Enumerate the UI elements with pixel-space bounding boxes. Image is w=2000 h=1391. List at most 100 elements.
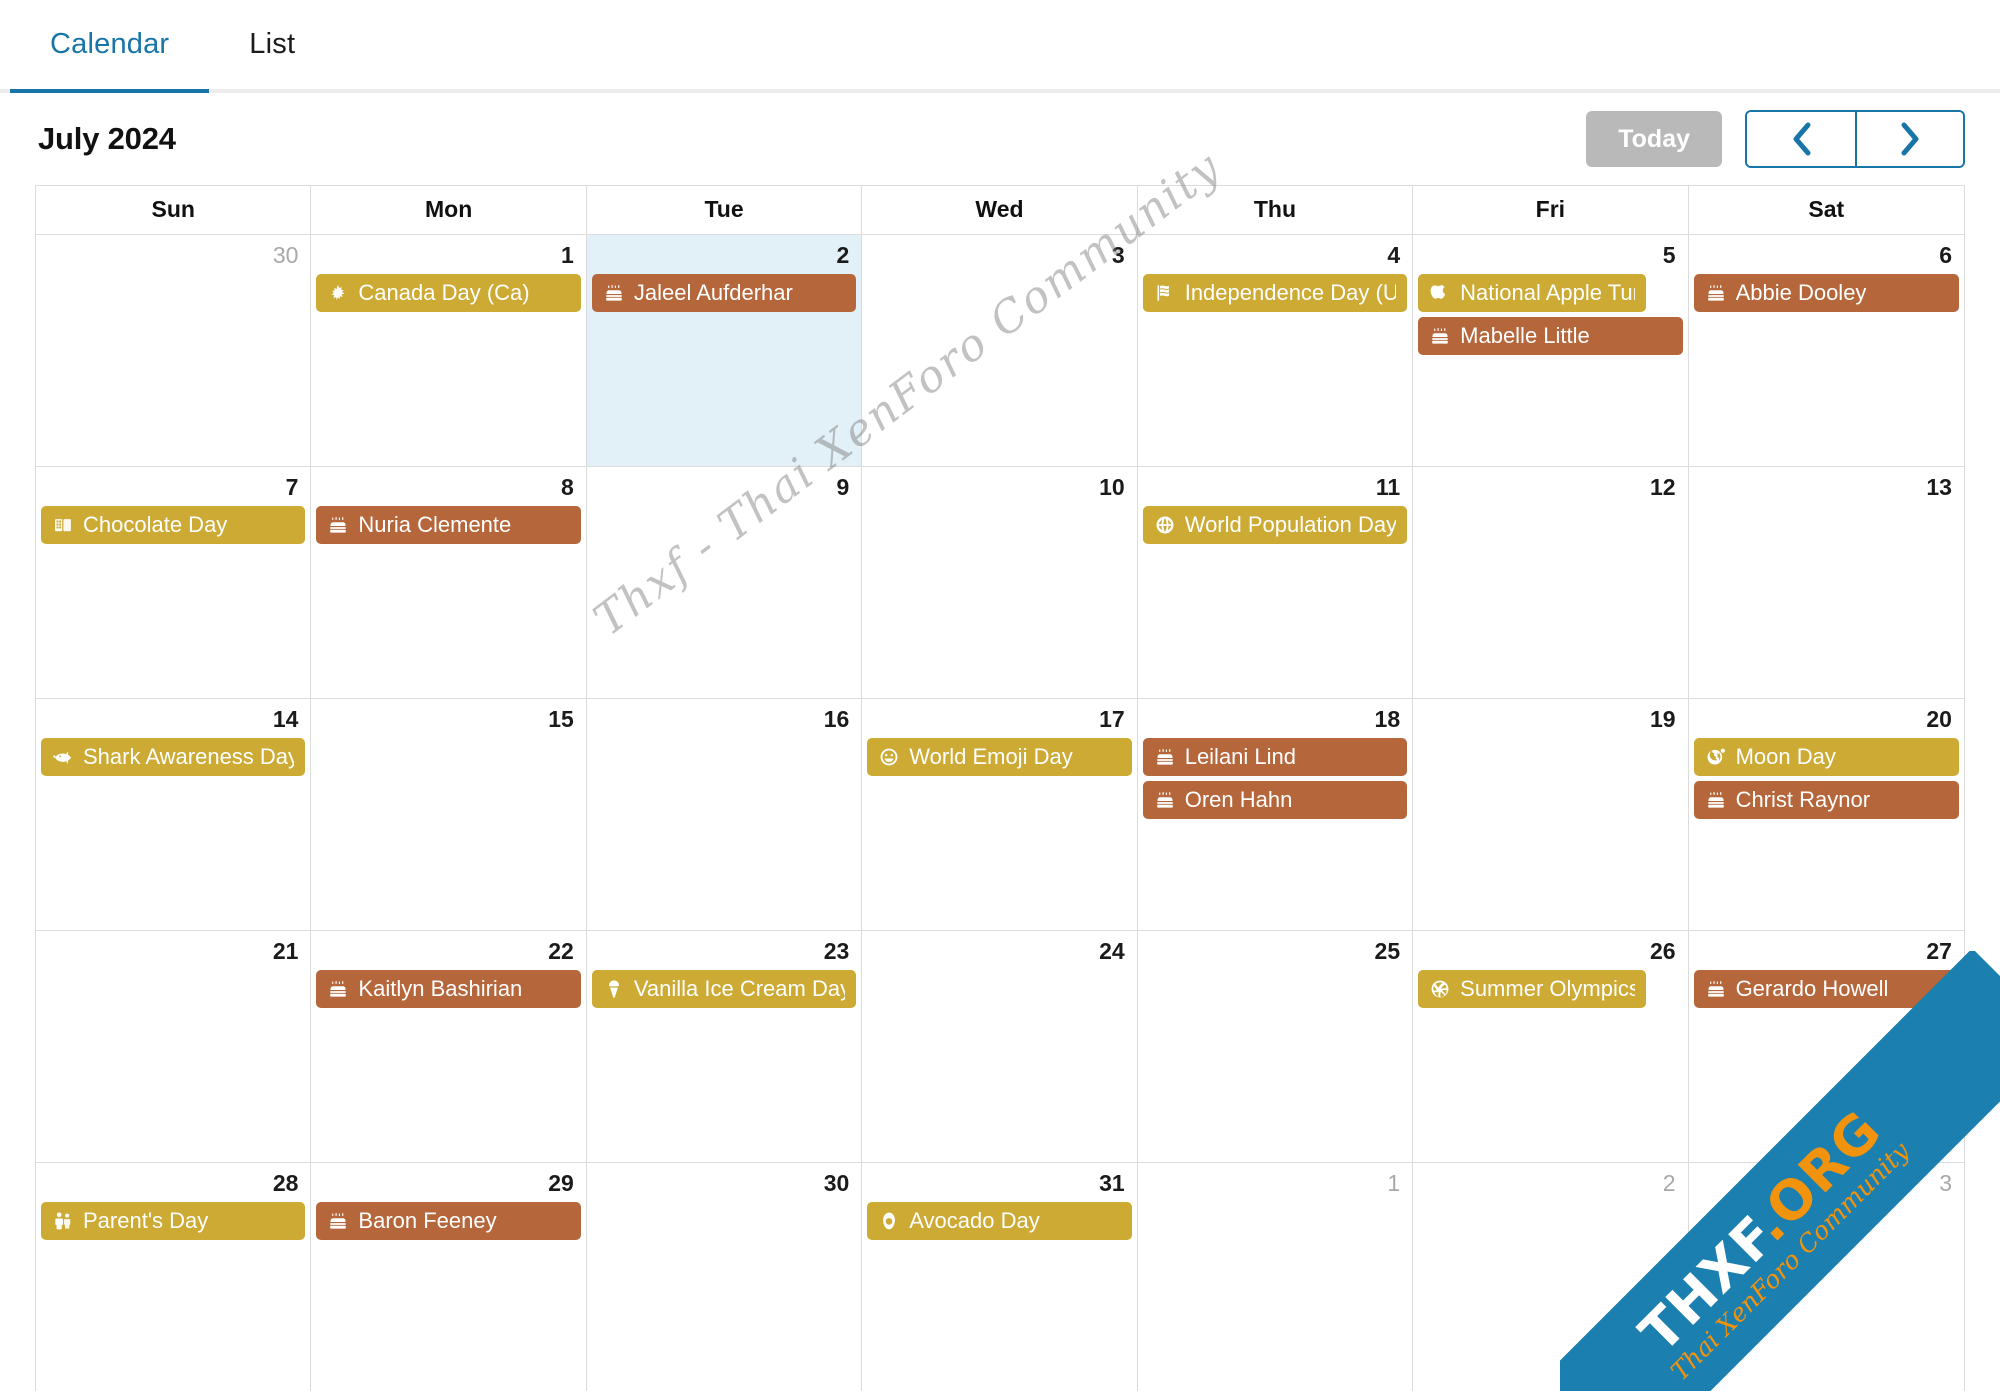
tab-list[interactable]: List [209,0,335,89]
day-number: 23 [823,938,850,964]
holiday-event[interactable]: Moon Day [1693,737,1959,776]
event-label: Jaleel Aufderhar [633,279,793,305]
holiday-event[interactable]: Avocado Day [867,1201,1132,1240]
birthday-event[interactable]: Oren Hahn [1142,780,1408,819]
event-label: Baron Feeney [358,1207,497,1233]
day-number: 8 [561,474,574,500]
tab-calendar[interactable]: Calendar [10,0,210,93]
moon-earth-icon [1705,746,1727,768]
holiday-event[interactable]: World Emoji Day [867,737,1132,776]
day-cell[interactable]: 3 [862,235,1138,466]
weekday-header-mon: Mon [311,186,587,234]
birthday-event[interactable]: Nuria Clemente [316,505,581,544]
sports-ball-icon [1429,978,1451,1000]
shark-icon [52,746,74,768]
holiday-event[interactable]: Vanilla Ice Cream Day [591,969,857,1008]
day-cell[interactable]: 24 [862,931,1138,1162]
day-events: National Apple Turnover Day Mabelle Littl… [1413,273,1687,355]
holiday-event[interactable]: World Population Day [1142,505,1408,544]
day-cell[interactable]: 27 Gerardo Howell [1689,931,1964,1162]
day-events: Nuria Clemente [311,505,585,544]
day-cell[interactable]: 5 National Apple Turnover Day Mabelle Litt… [1413,235,1689,466]
tab-bar: Calendar List [0,0,2000,93]
event-label: Parent's Day [83,1207,209,1233]
day-cell[interactable]: 13 [1689,467,1964,698]
event-label: Christ Raynor [1735,786,1871,812]
day-number: 3 [1111,242,1125,268]
day-cell[interactable]: 12 [1413,467,1689,698]
event-label: Shark Awareness Day [83,743,295,769]
birthday-event[interactable]: Baron Feeney [316,1201,581,1240]
birthday-cake-icon [327,978,349,1000]
maple-leaf-icon [327,282,349,304]
birthday-event[interactable]: Christ Raynor [1693,780,1959,819]
day-cell[interactable]: 23 Vanilla Ice Cream Day [587,931,863,1162]
chocolate-bar-icon [52,514,74,536]
day-cell[interactable]: 11 World Population Day [1138,467,1414,698]
day-cell[interactable]: 1 [1138,1163,1414,1391]
birthday-cake-icon [327,514,349,536]
birthday-event[interactable]: Gerardo Howell [1693,969,1959,1008]
day-number: 30 [272,242,299,268]
day-cell[interactable]: 9 [587,467,863,698]
day-cell[interactable]: 21 [36,931,312,1162]
day-cell[interactable]: 30 [36,235,312,466]
day-cell[interactable]: 4 Independence Day (US) [1138,235,1414,466]
smiley-icon [878,746,900,768]
people-icon [52,1210,74,1232]
calendar-app: Calendar List July 2024 Today Sun Mon Tu… [0,0,2000,1391]
day-events: Abbie Dooley [1689,273,1964,312]
event-label: National Apple Turnover Day [1460,279,1635,305]
holiday-event[interactable]: National Apple Turnover Day [1418,273,1647,312]
event-label: Moon Day [1735,743,1836,769]
day-cell[interactable]: 19 [1413,699,1689,930]
holiday-event[interactable]: Summer Olympics in France [1418,969,1647,1008]
day-cell[interactable]: 1 Canada Day (Ca) [311,235,587,466]
day-cell[interactable]: 2 [1413,1163,1689,1391]
page-title: July 2024 [38,121,176,156]
day-cell[interactable]: 10 [862,467,1138,698]
day-number: 4 [1387,242,1401,268]
day-cell[interactable]: 6 Abbie Dooley [1689,235,1964,466]
day-cell[interactable]: 18 Leilani Lind Oren Hahn [1138,699,1414,930]
day-cell[interactable]: 16 [587,699,863,930]
today-button[interactable]: Today [1586,111,1722,167]
day-cell[interactable]: 17 World Emoji Day [862,699,1138,930]
day-number: 22 [548,938,574,964]
day-cell[interactable]: 7 Chocolate Day [36,467,312,698]
holiday-event[interactable]: Independence Day (US) [1142,273,1408,312]
day-cell[interactable]: 22 Kaitlyn Bashirian [311,931,587,1162]
day-number: 20 [1926,706,1952,732]
day-cell[interactable]: 20 Moon Day Christ Raynor [1689,699,1964,930]
next-month-button[interactable] [1855,112,1963,166]
day-cell[interactable]: 28 Parent's Day [36,1163,312,1391]
event-label: Gerardo Howell [1735,975,1889,1001]
holiday-event[interactable]: Shark Awareness Day [41,737,306,776]
holiday-event[interactable]: Chocolate Day [41,505,306,544]
day-cell[interactable]: 25 [1138,931,1414,1162]
holiday-event[interactable]: Canada Day (Ca) [316,273,581,312]
day-cell[interactable]: 26 Summer Olympics in France [1413,931,1689,1162]
day-number: 15 [548,706,574,732]
previous-month-button[interactable] [1747,112,1855,166]
day-cell[interactable]: 15 [311,699,587,930]
birthday-event[interactable]: Mabelle Little [1418,316,1683,355]
day-cell[interactable]: 31 Avocado Day [862,1163,1138,1391]
day-cell[interactable]: 3 [1689,1163,1964,1391]
day-cell[interactable]: 14 Shark Awareness Day [36,699,312,930]
day-number: 11 [1375,474,1401,500]
day-cell[interactable]: 29 Baron Feeney [311,1163,587,1391]
day-events: Canada Day (Ca) [311,273,585,312]
day-cell[interactable]: 8 Nuria Clemente [311,467,587,698]
day-number: 31 [1099,1170,1125,1196]
day-events: Jaleel Aufderhar [587,273,861,312]
day-cell[interactable]: 30 [587,1163,863,1391]
holiday-event[interactable]: Parent's Day [41,1201,306,1240]
birthday-event[interactable]: Leilani Lind [1142,737,1408,776]
flag-icon [1154,282,1176,304]
birthday-event[interactable]: Abbie Dooley [1693,273,1959,312]
day-cell[interactable]: 2 Jaleel Aufderhar [586,235,863,466]
birthday-event[interactable]: Jaleel Aufderhar [591,273,857,312]
event-label: Canada Day (Ca) [358,279,530,305]
birthday-event[interactable]: Kaitlyn Bashirian [316,969,581,1008]
